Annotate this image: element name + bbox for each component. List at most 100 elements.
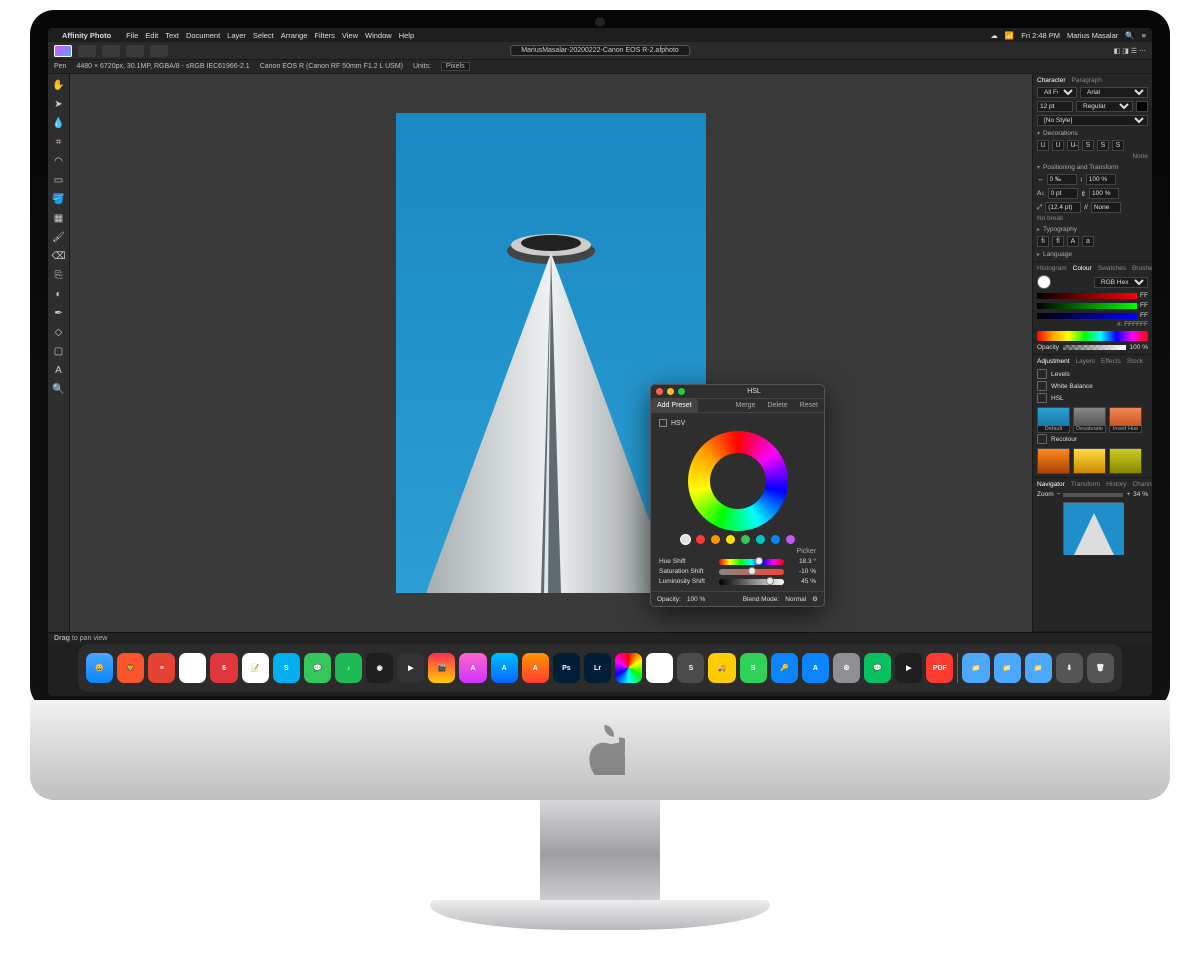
hue-channel-dot[interactable] <box>696 535 705 544</box>
selection-brush-tool[interactable]: ◠ <box>52 154 66 168</box>
menu-edit[interactable]: Edit <box>145 31 158 40</box>
hsl-preset-desaturate[interactable]: Desaturate <box>1073 407 1106 433</box>
tab-effects[interactable]: Effects <box>1101 358 1121 365</box>
menu-file[interactable]: File <box>126 31 138 40</box>
dock-settings[interactable]: ⚙ <box>833 653 860 683</box>
tab-channels[interactable]: Channels <box>1132 481 1152 488</box>
tone-mapping-persona[interactable] <box>126 45 144 57</box>
font-size-input[interactable] <box>1037 101 1073 112</box>
pen-tool[interactable]: ✒ <box>52 306 66 320</box>
dock-downloads[interactable]: ⬇ <box>1056 653 1083 683</box>
dock-1password[interactable]: 🔑 <box>771 653 798 683</box>
decoration-button[interactable]: U̶ <box>1067 140 1079 151</box>
dock-affinity-designer[interactable]: A <box>491 653 518 683</box>
develop-persona[interactable] <box>102 45 120 57</box>
dock-lightroom[interactable]: Lr <box>584 653 611 683</box>
reset-button[interactable]: Reset <box>794 399 824 412</box>
dock-folder-2[interactable]: 📁 <box>994 653 1021 683</box>
hsl-blend-value[interactable]: Normal <box>785 596 806 603</box>
adj-recolour[interactable]: Recolour <box>1051 436 1077 443</box>
text-style-select[interactable]: [No Style] <box>1037 115 1148 126</box>
menu-window[interactable]: Window <box>365 31 392 40</box>
dock-figma[interactable]: ◉ <box>366 653 393 683</box>
tab-adjustment[interactable]: Adjustment <box>1037 358 1070 365</box>
navigator-thumbnail[interactable] <box>1063 502 1123 554</box>
menubar-user[interactable]: Marius Masalar <box>1067 31 1118 40</box>
menu-filters[interactable]: Filters <box>314 31 334 40</box>
crop-tool[interactable]: ⌗ <box>52 135 66 149</box>
scalex-input[interactable] <box>1086 174 1116 185</box>
shape-tool[interactable]: ▢ <box>52 344 66 358</box>
dock-ia-writer[interactable]: iA <box>646 653 673 683</box>
dock-skype[interactable]: S <box>273 653 300 683</box>
dock-sublime[interactable]: S <box>677 653 704 683</box>
opacity-value[interactable]: 100 % <box>1130 344 1148 351</box>
hue-channel-dot[interactable] <box>741 535 750 544</box>
font-color-swatch[interactable] <box>1136 101 1148 112</box>
menu-arrange[interactable]: Arrange <box>281 31 308 40</box>
hue-channel-dot[interactable] <box>726 535 735 544</box>
clone-brush-tool[interactable]: ⎘ <box>52 268 66 282</box>
tab-histogram[interactable]: Histogram <box>1037 265 1067 272</box>
notification-center-icon[interactable]: ≡ <box>1142 31 1146 40</box>
b-slider[interactable] <box>1037 313 1137 319</box>
hue-shift-value[interactable]: 18.3 ° <box>788 558 816 565</box>
dock-folder-3[interactable]: 📁 <box>1025 653 1052 683</box>
tab-stock[interactable]: Stock <box>1127 358 1143 365</box>
tab-character[interactable]: Character <box>1037 77 1066 84</box>
paint-brush-tool[interactable]: 🖌 <box>52 230 66 244</box>
dodge-tool[interactable]: ◐ <box>52 287 66 301</box>
font-weight-select[interactable]: Regular <box>1076 101 1133 112</box>
dock-affinity-publisher[interactable]: A <box>522 653 549 683</box>
hsl-opacity-value[interactable]: 100 % <box>687 596 705 603</box>
delete-button[interactable]: Delete <box>761 399 793 412</box>
opacity-slider[interactable] <box>1063 345 1126 350</box>
menubar-clock[interactable]: Fri 2:48 PM <box>1021 31 1060 40</box>
close-icon[interactable] <box>656 388 663 395</box>
tab-paragraph[interactable]: Paragraph <box>1072 77 1102 84</box>
dock-notes[interactable]: 📝 <box>242 653 269 683</box>
saturation-shift-value[interactable]: -10 % <box>788 568 816 575</box>
hue-wheel[interactable] <box>688 431 788 531</box>
hex-value[interactable]: #: FFFFFF <box>1037 321 1148 328</box>
dock-todoist[interactable]: ≡ <box>148 653 175 683</box>
spectrum-bar[interactable] <box>1037 331 1148 341</box>
hue-channel-dot[interactable] <box>771 535 780 544</box>
dock-slack[interactable]: # <box>179 653 206 683</box>
hue-channel-dot[interactable] <box>786 535 795 544</box>
move-tool[interactable]: ➤ <box>52 97 66 111</box>
dock-davinci[interactable]: ▶ <box>397 653 424 683</box>
toolbar-group-icons[interactable]: ◧ ◨ ☰ ⋯ <box>1114 47 1146 55</box>
spotlight-icon[interactable]: 🔍 <box>1125 31 1134 40</box>
r-slider[interactable] <box>1037 293 1137 299</box>
marquee-tool[interactable]: ▭ <box>52 173 66 187</box>
tab-transform[interactable]: Transform <box>1071 481 1100 488</box>
gear-icon[interactable]: ⚙ <box>812 595 818 603</box>
menu-document[interactable]: Document <box>186 31 220 40</box>
dock-wechat[interactable]: 💬 <box>864 653 891 683</box>
merge-button[interactable]: Merge <box>730 399 762 412</box>
hsl-preset-default[interactable]: Default <box>1037 407 1070 433</box>
tab-layers[interactable]: Layers <box>1076 358 1096 365</box>
saturation-shift-slider[interactable] <box>719 569 784 575</box>
hue-channel-dot[interactable] <box>681 535 690 544</box>
tab-navigator[interactable]: Navigator <box>1037 481 1065 488</box>
context-units-value[interactable]: Pixels <box>441 62 470 71</box>
gradient-tool[interactable]: ▦ <box>52 211 66 225</box>
erase-brush-tool[interactable]: ⌫ <box>52 249 66 263</box>
zoom-value[interactable]: 34 % <box>1133 491 1148 498</box>
text-tool[interactable]: A <box>52 363 66 377</box>
hue-channel-dot[interactable] <box>756 535 765 544</box>
zoom-tool[interactable]: 🔍 <box>52 382 66 396</box>
hsl-titlebar[interactable]: HSL <box>651 385 824 399</box>
colour-mode-select[interactable]: RGB Hex <box>1094 277 1148 288</box>
dock-trash[interactable]: 🗑 <box>1087 653 1114 683</box>
decoration-button[interactable]: S <box>1112 140 1124 151</box>
app-name[interactable]: Affinity Photo <box>62 31 111 40</box>
dropbox-icon[interactable]: ☁ <box>990 31 998 40</box>
g-slider[interactable] <box>1037 303 1137 309</box>
advance-input[interactable] <box>1045 202 1081 213</box>
menu-view[interactable]: View <box>342 31 358 40</box>
zoom-in-button[interactable]: + <box>1126 491 1130 498</box>
decoration-button[interactable]: U <box>1052 140 1064 151</box>
